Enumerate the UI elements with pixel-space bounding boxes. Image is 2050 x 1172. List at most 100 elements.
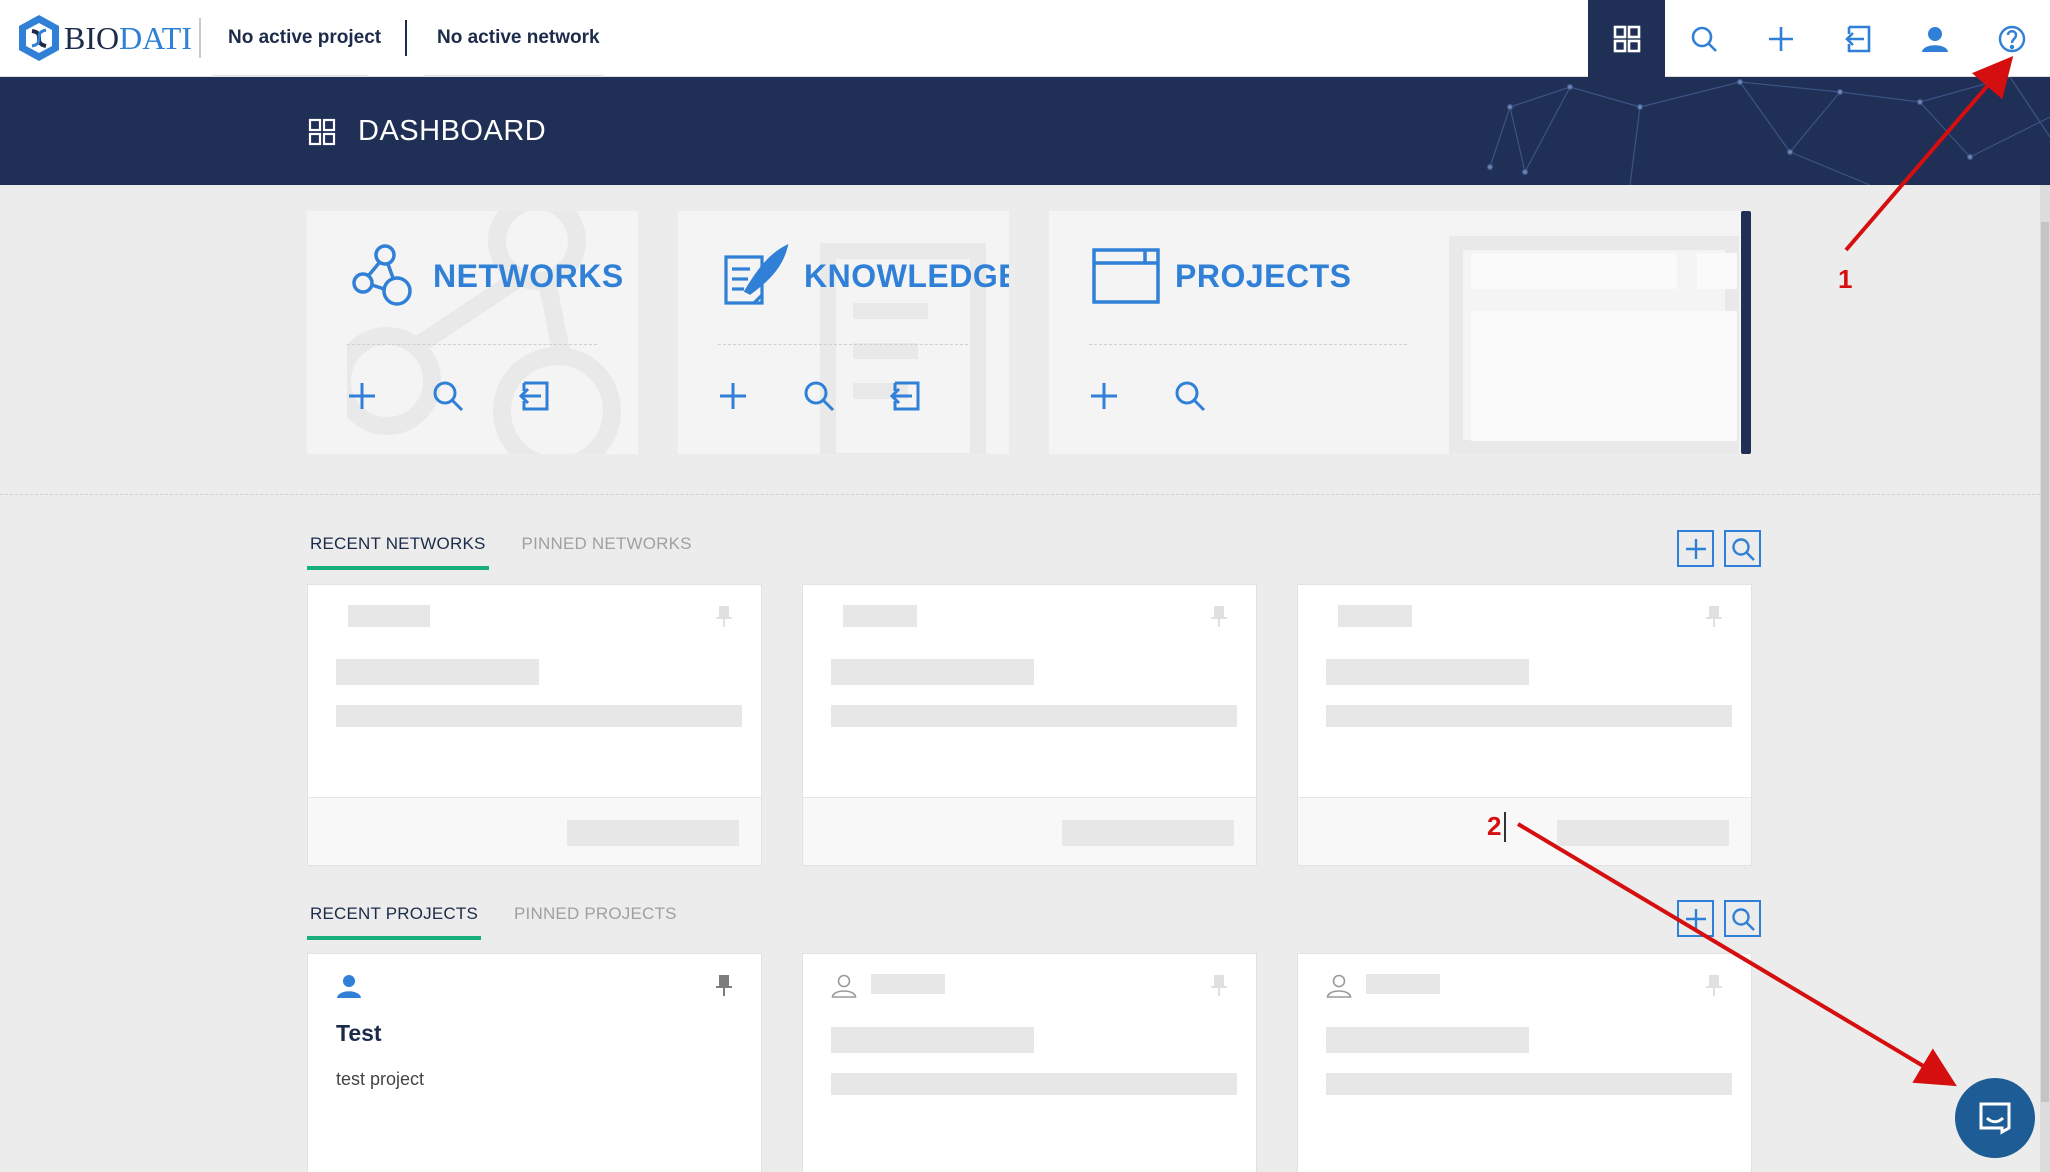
networks-search-button[interactable] xyxy=(431,376,517,416)
add-network-button[interactable] xyxy=(1677,530,1714,567)
pin-icon[interactable] xyxy=(1210,605,1228,627)
projects-icon xyxy=(1092,248,1160,304)
chat-icon xyxy=(1979,1102,2011,1135)
import-icon xyxy=(518,381,549,411)
card-footer xyxy=(308,797,761,865)
page-title: DASHBOARD xyxy=(308,115,546,148)
knowledge-add-button[interactable] xyxy=(716,376,802,416)
search-projects-button[interactable] xyxy=(1724,900,1761,937)
search-icon xyxy=(804,381,835,412)
logo-text-dati: DATI xyxy=(119,19,192,56)
placeholder-bar xyxy=(336,659,539,685)
tile-divider xyxy=(718,344,968,345)
plus-icon xyxy=(1091,383,1117,409)
page-title-text: DASHBOARD xyxy=(358,115,547,147)
knowledge-import-button[interactable] xyxy=(888,376,974,416)
logo-text-bio: BIO xyxy=(64,19,120,56)
search-icon xyxy=(1175,381,1206,412)
pin-icon[interactable] xyxy=(1705,974,1723,996)
nav-add-button[interactable] xyxy=(1742,0,1819,77)
nav-search-button[interactable] xyxy=(1665,0,1742,77)
plus-icon xyxy=(720,383,746,409)
knowledge-tile-title: KNOWLEDGE xyxy=(804,257,1009,294)
tiles-scroll-indicator[interactable] xyxy=(1741,211,1751,454)
placeholder-bar xyxy=(831,1027,1034,1053)
projects-tile-title: PROJECTS xyxy=(1175,257,1352,294)
tab-pinned-networks[interactable]: PINNED NETWORKS xyxy=(519,534,695,570)
networks-section-actions xyxy=(1667,530,1761,567)
tile-divider xyxy=(347,344,597,345)
networks-add-button[interactable] xyxy=(345,376,431,416)
active-project-label[interactable]: No active project xyxy=(228,27,381,49)
projects-tabs: RECENT PROJECTS PINNED PROJECTS xyxy=(307,904,710,940)
networks-tile-title: NETWORKS xyxy=(433,257,624,294)
knowledge-tile-header[interactable]: KNOWLEDGE xyxy=(720,241,1009,311)
plus-icon xyxy=(1685,538,1706,559)
user-icon xyxy=(337,975,361,998)
page-scrollbar[interactable] xyxy=(2040,185,2050,1172)
pin-icon[interactable] xyxy=(715,974,733,996)
placeholder-bar xyxy=(1366,974,1440,994)
projects-search-button[interactable] xyxy=(1173,376,1259,416)
tab-recent-networks[interactable]: RECENT NETWORKS xyxy=(307,534,489,570)
search-icon xyxy=(1731,537,1755,561)
nav-user-button[interactable] xyxy=(1896,0,1973,77)
networks-tile-header[interactable]: NETWORKS xyxy=(349,241,624,311)
projects-section-actions xyxy=(1667,900,1761,937)
nav-import-button[interactable] xyxy=(1819,0,1896,77)
networks-tile-actions xyxy=(345,376,603,416)
knowledge-search-button[interactable] xyxy=(802,376,888,416)
placeholder-bar xyxy=(831,1073,1237,1095)
placeholder-bar xyxy=(831,659,1034,685)
projects-tile-header[interactable]: PROJECTS xyxy=(1091,241,1351,311)
placeholder-bar xyxy=(831,705,1237,727)
projects-add-button[interactable] xyxy=(1087,376,1173,416)
project-card-placeholder[interactable] xyxy=(802,953,1257,1172)
project-card-description: test project xyxy=(336,1069,425,1089)
projects-tile-actions xyxy=(1087,376,1259,416)
placeholder-bar xyxy=(1326,1027,1529,1053)
project-card-title[interactable]: Test xyxy=(336,1020,382,1047)
active-network-label[interactable]: No active network xyxy=(437,27,600,49)
knowledge-tile-actions xyxy=(716,376,974,416)
page-scrollbar-thumb[interactable] xyxy=(2041,222,2049,1102)
add-project-button[interactable] xyxy=(1677,900,1714,937)
search-icon xyxy=(1691,26,1717,52)
networks-import-button[interactable] xyxy=(517,376,603,416)
tab-recent-projects[interactable]: RECENT PROJECTS xyxy=(307,904,481,940)
placeholder-bar xyxy=(1557,820,1729,846)
network-card-placeholder[interactable] xyxy=(1297,584,1752,866)
pin-icon[interactable] xyxy=(715,605,733,627)
knowledge-tile[interactable]: KNOWLEDGE xyxy=(678,211,1009,454)
networks-tile[interactable]: NETWORKS xyxy=(307,211,638,454)
projects-watermark-block xyxy=(1471,253,1677,289)
pin-icon[interactable] xyxy=(1705,605,1723,627)
tab-pinned-projects[interactable]: PINNED PROJECTS xyxy=(511,904,680,940)
network-icon xyxy=(352,244,412,306)
chat-launcher-button[interactable] xyxy=(1955,1078,2035,1158)
dashboard-icon xyxy=(1613,25,1640,52)
import-icon xyxy=(1844,25,1870,52)
tile-divider xyxy=(1089,344,1407,345)
dashboard-icon xyxy=(308,118,336,145)
nav-help-button[interactable] xyxy=(1973,0,2050,77)
projects-tile[interactable]: PROJECTS xyxy=(1049,211,1747,454)
network-card-placeholder[interactable] xyxy=(307,584,762,866)
network-card-placeholder[interactable] xyxy=(802,584,1257,866)
logo-separator xyxy=(199,18,201,58)
placeholder-bar xyxy=(348,605,430,627)
plus-icon xyxy=(349,383,375,409)
placeholder-bar xyxy=(1326,1073,1732,1095)
project-card-placeholder[interactable] xyxy=(1297,953,1752,1172)
pin-icon[interactable] xyxy=(1210,974,1228,996)
search-icon xyxy=(433,381,464,412)
nav-dashboard-button[interactable] xyxy=(1588,0,1665,77)
annotation-label-1: 1 xyxy=(1838,264,1853,294)
search-networks-button[interactable] xyxy=(1724,530,1761,567)
biodati-logo[interactable]: BIODATI xyxy=(16,12,192,64)
dashboard-header: DASHBOARD xyxy=(0,77,2050,185)
project-card[interactable]: Test test project xyxy=(307,953,762,1172)
placeholder-bar xyxy=(871,974,945,994)
user-icon xyxy=(1921,26,1948,52)
biodati-logo-icon xyxy=(19,15,59,61)
